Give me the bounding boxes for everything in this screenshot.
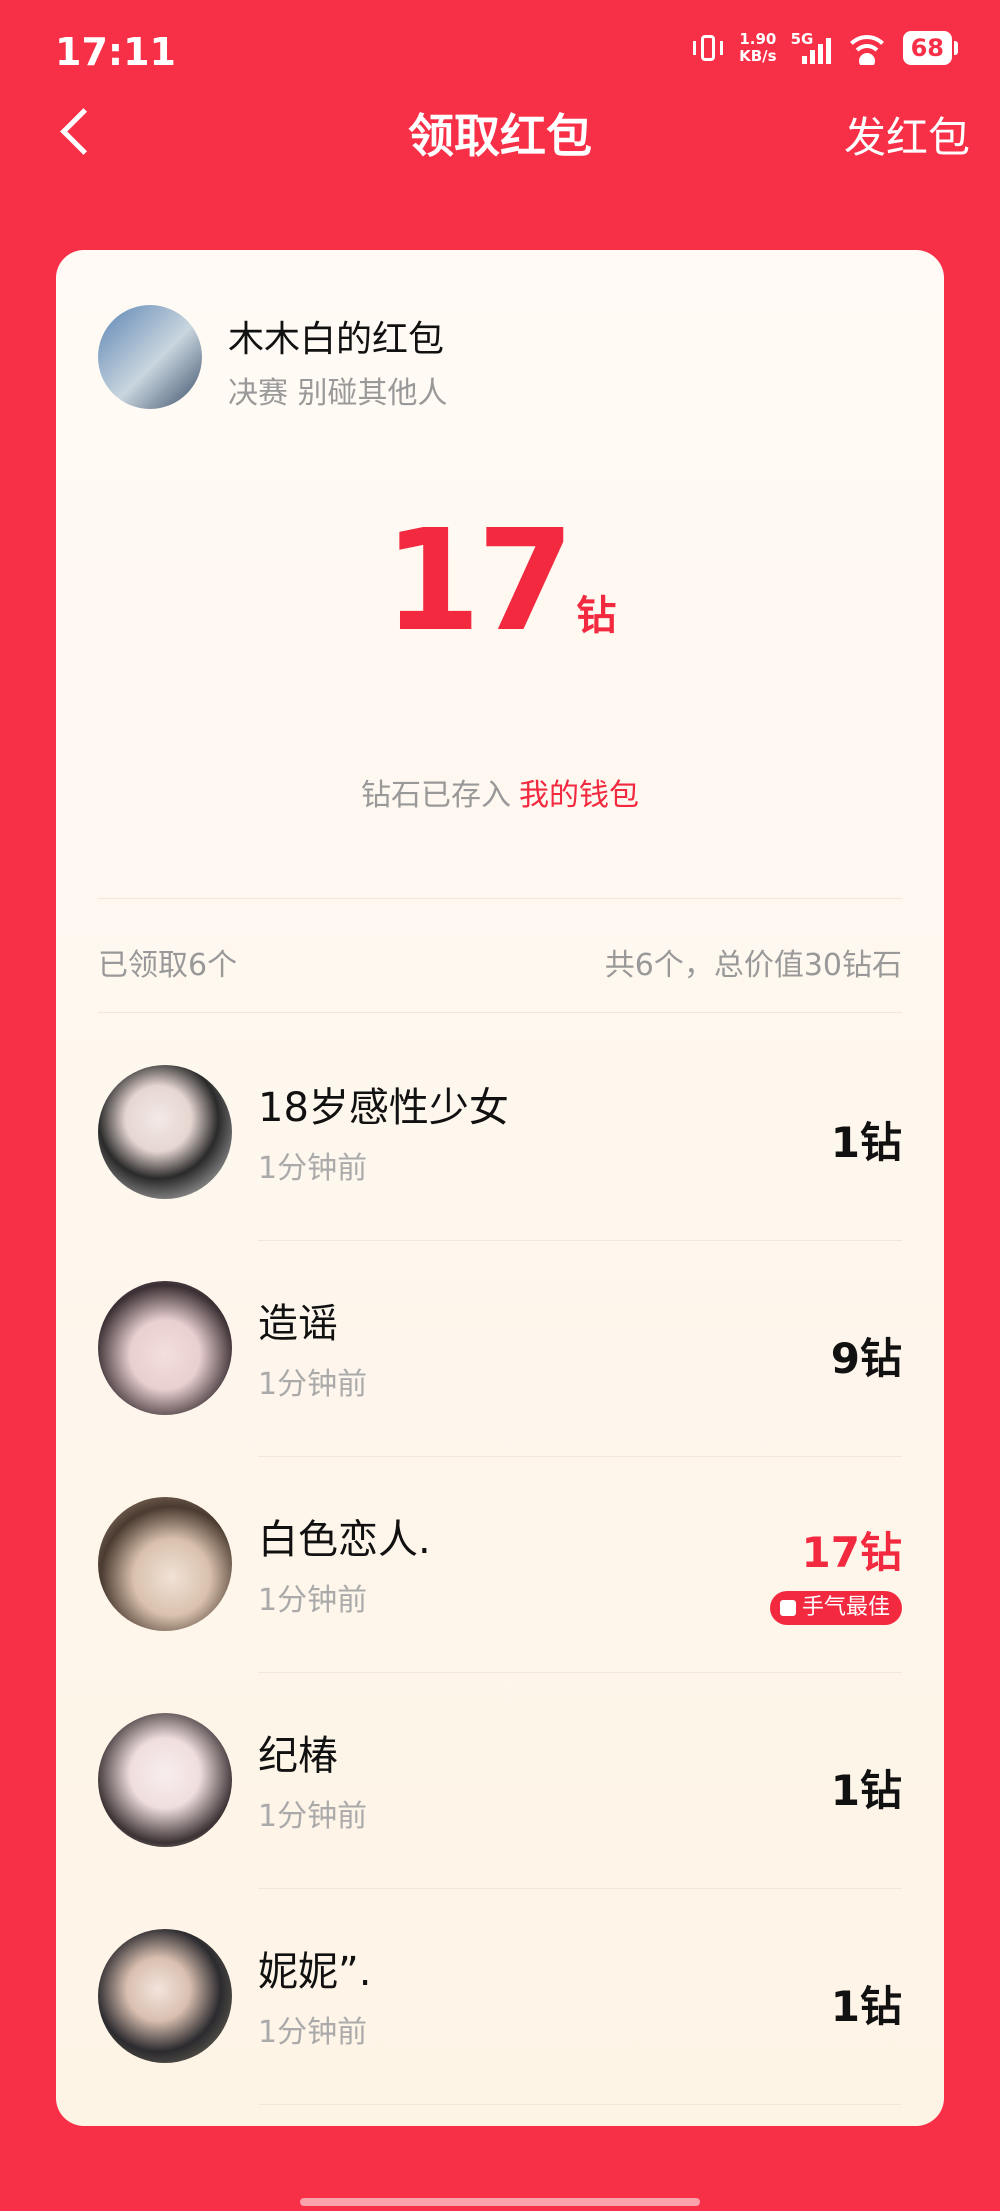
receiver-amount: 1钻 xyxy=(830,1766,902,1815)
receiver-row[interactable]: 纪椿 1分钟前 1钻 xyxy=(56,1673,944,1889)
divider xyxy=(98,898,902,899)
status-time: 17:11 xyxy=(55,30,176,74)
divider xyxy=(258,2104,902,2105)
sender-name: 木木白的红包 xyxy=(228,319,445,360)
receiver-time: 1分钟前 xyxy=(258,1151,368,1186)
receiver-name: 白色恋人. xyxy=(258,1517,431,1563)
receiver-amount: 1钻 xyxy=(830,1118,902,1167)
receiver-name: 妮妮”. xyxy=(258,1949,372,1995)
claimed-count: 已领取6个 xyxy=(98,948,238,983)
receiver-name: 纪椿 xyxy=(258,1733,338,1779)
wifi-icon xyxy=(844,31,889,65)
divider xyxy=(98,1012,902,1013)
receiver-name: 18岁感性少女 xyxy=(258,1085,509,1131)
sender-message: 决赛 别碰其他人 xyxy=(228,376,448,411)
status-icons: 1.90 KB/s 5G 68 xyxy=(691,30,959,66)
receiver-row[interactable]: 18岁感性少女 1分钟前 1钻 xyxy=(56,1025,944,1241)
receiver-name: 造谣 xyxy=(258,1301,338,1347)
received-amount: 17 钻 xyxy=(56,500,944,663)
speed-value: 1.90 xyxy=(739,30,777,48)
cellular-signal-icon: 5G xyxy=(791,30,831,66)
speed-unit: KB/s xyxy=(739,47,777,65)
sender-avatar[interactable] xyxy=(98,305,202,409)
receiver-amount: 17钻 xyxy=(801,1528,902,1577)
stored-text: 钻石已存入 xyxy=(361,778,511,813)
badge-label: 手气最佳 xyxy=(801,1595,890,1620)
battery-icon: 68 xyxy=(902,31,959,65)
send-red-packet-button[interactable]: 发红包 xyxy=(844,104,970,165)
receiver-avatar xyxy=(98,1497,232,1631)
receiver-avatar xyxy=(98,1281,232,1415)
receiver-avatar xyxy=(98,1713,232,1847)
total-summary: 共6个，总价值30钻石 xyxy=(604,948,902,983)
receiver-row[interactable]: 造谣 1分钟前 9钻 xyxy=(56,1241,944,1457)
receiver-time: 1分钟前 xyxy=(258,1799,368,1834)
thumbs-up-icon xyxy=(779,1600,796,1616)
home-indicator[interactable] xyxy=(300,2198,700,2206)
receiver-avatar xyxy=(98,1929,232,2063)
receiver-avatar xyxy=(98,1065,232,1199)
amount-value: 17 xyxy=(383,500,575,663)
wallet-link[interactable]: 我的钱包 xyxy=(519,778,639,813)
network-speed: 1.90 KB/s xyxy=(739,31,776,65)
status-bar: 17:11 1.90 KB/s 5G 68 xyxy=(0,0,1000,110)
receiver-row[interactable]: 白色恋人. 1分钟前 17钻 手气最佳 xyxy=(56,1457,944,1673)
receiver-row[interactable]: 妮妮”. 1分钟前 1钻 xyxy=(56,1889,944,2105)
amount-unit: 钻 xyxy=(576,593,617,639)
red-packet-card: 木木白的红包 决赛 别碰其他人 17 钻 钻石已存入 我的钱包 已领取6个 共6个，… xyxy=(56,250,944,2126)
receiver-amount: 9钻 xyxy=(830,1334,902,1383)
receiver-time: 1分钟前 xyxy=(258,1367,368,1402)
receiver-time: 1分钟前 xyxy=(258,2015,368,2050)
receiver-amount: 1钻 xyxy=(830,1982,902,2031)
receiver-time: 1分钟前 xyxy=(258,1583,368,1618)
vibrate-icon xyxy=(691,31,725,65)
best-luck-badge: 手气最佳 xyxy=(769,1591,902,1625)
stored-notice: 钻石已存入 我的钱包 xyxy=(56,770,944,814)
